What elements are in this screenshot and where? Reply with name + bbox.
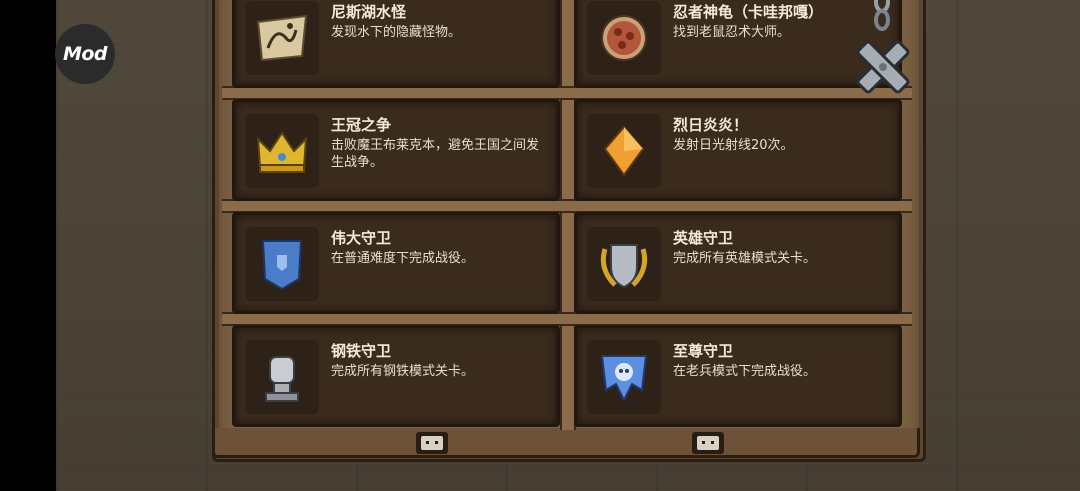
achievement-title: 王冠之争 — [331, 116, 392, 134]
achievement-desc: 完成所有钢铁模式关卡。 — [331, 364, 475, 379]
pizza-icon — [587, 1, 661, 75]
achievement-title: 至尊守卫 — [673, 342, 734, 360]
crystal-icon — [587, 114, 661, 188]
achievement-card[interactable]: 至尊守卫 在老兵模式下完成战役。 — [574, 325, 902, 427]
achievement-title: 伟大守卫 — [331, 229, 392, 247]
latch-icon — [416, 432, 448, 454]
mod-badge-label: Mod — [62, 43, 108, 65]
mod-badge-button[interactable]: Mod — [55, 24, 115, 84]
achievement-title: 烈日炎炎！ — [673, 116, 749, 134]
map-icon — [245, 1, 319, 75]
achievement-title: 英雄守卫 — [673, 229, 734, 247]
achievement-card[interactable]: 钢铁守卫 完成所有钢铁模式关卡。 — [232, 325, 560, 427]
achievement-card[interactable]: 王冠之争 击败魔王布莱克本，避免王国之间发生战争。 — [232, 99, 560, 201]
left-black-bar — [0, 0, 56, 491]
achievement-desc: 击败魔王布莱克本，避免王国之间发生战争。 — [331, 138, 540, 170]
achievement-card[interactable]: 烈日炎炎！ 发射日光射线20次。 — [574, 99, 902, 201]
skull-banner-icon — [587, 340, 661, 414]
achievement-desc: 发现水下的隐藏怪物。 — [331, 25, 462, 40]
achievement-title: 钢铁守卫 — [331, 342, 392, 360]
board-rail-2 — [222, 199, 912, 213]
achievement-desc: 完成所有英雄模式关卡。 — [673, 251, 817, 266]
achievement-desc: 在老兵模式下完成战役。 — [673, 364, 817, 379]
achievement-card[interactable]: 英雄守卫 完成所有英雄模式关卡。 — [574, 212, 902, 314]
achievement-desc: 发射日光射线20次。 — [673, 138, 794, 153]
board-bottom-frame — [212, 428, 920, 458]
laurel-shield-icon — [587, 227, 661, 301]
crown-icon — [245, 114, 319, 188]
board-rail-3 — [222, 312, 912, 326]
achievement-card[interactable]: 伟大守卫 在普通难度下完成战役。 — [232, 212, 560, 314]
close-icon[interactable] — [850, 34, 916, 100]
achievement-desc: 在普通难度下完成战役。 — [331, 251, 475, 266]
board-rail-1 — [222, 86, 912, 100]
iron-fist-icon — [245, 340, 319, 414]
achievement-card[interactable]: 尼斯湖水怪 发现水下的隐藏怪物。 — [232, 0, 560, 88]
achievement-title: 忍者神龟（卡哇邦嘎） — [673, 3, 824, 21]
blue-banner-icon — [245, 227, 319, 301]
achievement-title: 尼斯湖水怪 — [331, 3, 407, 21]
latch-icon — [692, 432, 724, 454]
